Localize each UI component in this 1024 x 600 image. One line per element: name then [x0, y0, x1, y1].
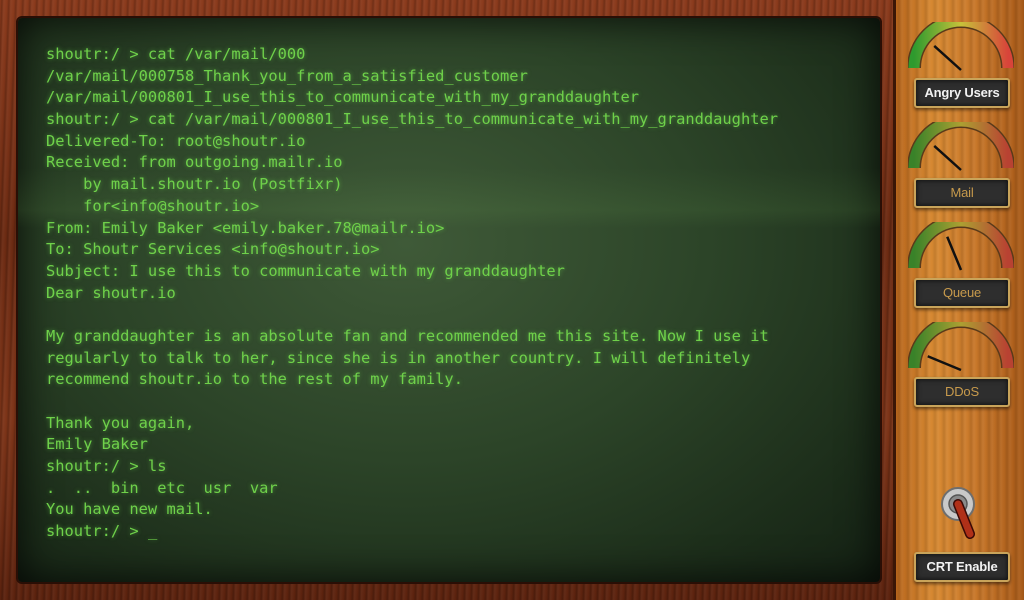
gauge-needle [933, 44, 962, 71]
terminal-line: /var/mail/000758_Thank_you_from_a_satisf… [46, 66, 528, 85]
terminal-line: Received: from outgoing.mailr.io [46, 153, 343, 172]
terminal-line: shoutr:/ > cat /var/mail/000801_I_use_th… [46, 110, 779, 129]
ddos-gauge [908, 322, 1014, 372]
terminal-cursor: _ [147, 522, 158, 541]
angry-users-label[interactable]: Angry Users [914, 78, 1010, 108]
terminal-line: From: Emily Baker <emily.baker.78@mailr.… [46, 218, 445, 237]
terminal-line: Dear shoutr.io [46, 283, 176, 302]
crt-enable-label[interactable]: CRT Enable [914, 552, 1010, 582]
terminal-line: Delivered-To: root@shoutr.io [46, 131, 306, 150]
queue-label[interactable]: Queue [914, 278, 1010, 308]
crt-toggle-switch[interactable] [936, 486, 986, 542]
crt-screen: shoutr:/ > cat /var/mail/000/var/mail/00… [18, 18, 880, 582]
terminal-line: for<info@shoutr.io> [46, 196, 260, 215]
terminal-line: Subject: I use this to communicate with … [46, 261, 565, 280]
terminal-line: shoutr:/ > ls [46, 457, 167, 476]
terminal-line: To: Shoutr Services <info@shoutr.io> [46, 240, 380, 259]
monitor-frame: shoutr:/ > cat /var/mail/000/var/mail/00… [0, 0, 893, 600]
terminal-line: Thank you again, [46, 413, 195, 432]
terminal-line: by mail.shoutr.io (Postfixr) [46, 175, 343, 194]
angry-users-gauge [908, 22, 1014, 71]
terminal-output[interactable]: shoutr:/ > cat /var/mail/000/var/mail/00… [46, 44, 866, 574]
queue-gauge [908, 222, 1014, 271]
gauge-needle [927, 355, 962, 372]
terminal-prompt-line: shoutr:/ > _ [46, 521, 866, 543]
control-panel: Angry Users Mail Queue DDoS CRT Enable [893, 0, 1024, 600]
ddos-label[interactable]: DDoS [914, 377, 1010, 407]
terminal-line: recommend shoutr.io to the rest of my fa… [46, 370, 463, 389]
terminal-line: You have new mail. [46, 500, 213, 519]
terminal-line: My granddaughter is an absolute fan and … [46, 326, 769, 345]
gauge-needle [933, 144, 962, 171]
terminal-line: Emily Baker [46, 435, 148, 454]
mail-gauge [908, 122, 1014, 171]
gauge-needle [946, 236, 963, 271]
terminal-prompt: shoutr:/ > [46, 522, 148, 541]
mail-label[interactable]: Mail [914, 178, 1010, 208]
terminal-line: /var/mail/000801_I_use_this_to_communica… [46, 88, 640, 107]
terminal-line: regularly to talk to her, since she is i… [46, 348, 751, 367]
terminal-line: shoutr:/ > cat /var/mail/000 [46, 45, 306, 63]
terminal-line: . .. bin etc usr var [46, 478, 278, 497]
